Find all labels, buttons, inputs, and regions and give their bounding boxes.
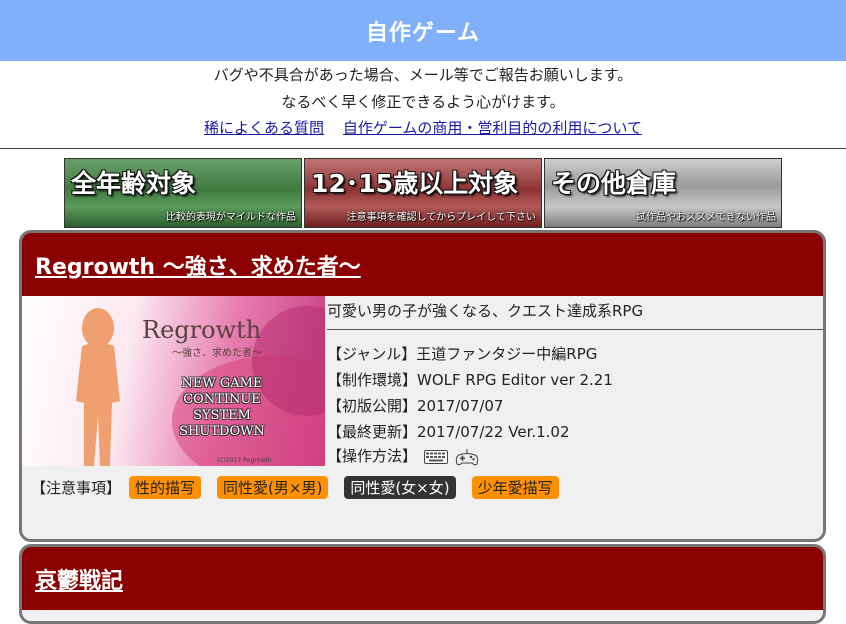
game-card: Regrowth 〜強さ、求めた者〜 Regrowth 〜強さ、求めた者〜 NE… — [19, 230, 826, 542]
tag-shota: 少年愛描写 — [471, 476, 559, 499]
gamepad-icon — [455, 448, 478, 465]
tags-label: 【注意事項】 — [31, 479, 122, 497]
banner-subtitle: 試作品やおススメできない作品 — [636, 212, 776, 223]
banner-subtitle: 比較的表現がマイルドな作品 — [166, 212, 296, 223]
info-value: 2017/07/07 — [417, 397, 504, 415]
divider — [0, 148, 846, 149]
notice-line-2: なるべく早く修正できるよう心がけます。 — [281, 93, 565, 111]
game-description: 可愛い男の子が強くなる、クエスト達成系RPG — [327, 296, 823, 330]
thumb-menu-item: SHUTDOWN — [179, 424, 265, 439]
thumb-title-menu: NEW GAME CONTINUE SYSTEM SHUTDOWN — [162, 376, 282, 440]
info-label: 【操作方法】 — [327, 447, 418, 465]
info-label: 【制作環境】 — [327, 371, 418, 389]
banner-title: その他倉庫 — [551, 169, 677, 198]
info-value: WOLF RPG Editor ver 2.21 — [417, 371, 613, 389]
info-label: 【最終更新】 — [327, 423, 418, 441]
game-card-header: Regrowth 〜強さ、求めた者〜 — [22, 233, 823, 296]
tag-sexual-content: 性的描写 — [129, 476, 202, 499]
game-card: 哀鬱戦記 — [19, 544, 826, 624]
info-genre: 【ジャンル】王道ファンタジー中編RPG — [327, 343, 597, 364]
commercial-use-link[interactable]: 自作ゲームの商用・営利目的の利用について — [343, 119, 642, 137]
info-value: 2017/07/22 Ver.1.02 — [417, 423, 570, 441]
game-title-link[interactable]: 哀鬱戦記 — [35, 563, 123, 595]
keyboard-icon — [423, 449, 448, 464]
game-thumbnail[interactable]: Regrowth 〜強さ、求めた者〜 NEW GAME CONTINUE SYS… — [22, 296, 325, 466]
info-last-update: 【最終更新】2017/07/22 Ver.1.02 — [327, 421, 570, 442]
tag-yuri: 同性愛(女×女) — [344, 476, 456, 499]
thumb-copyright: (C)2017 Regrowth — [217, 457, 272, 464]
info-label: 【ジャンル】 — [327, 345, 417, 363]
game-title-link[interactable]: Regrowth 〜強さ、求めた者〜 — [35, 249, 361, 281]
banner-subtitle: 注意事項を確認してからプレイして下さい — [346, 212, 536, 223]
game-card-header: 哀鬱戦記 — [22, 547, 823, 610]
faq-link[interactable]: 稀によくある質問 — [204, 119, 324, 137]
banner-age-12-15[interactable]: 12･15歳以上対象 注意事項を確認してからプレイして下さい — [304, 158, 542, 228]
thumb-logo: Regrowth — [142, 316, 262, 344]
banner-title: 全年齢対象 — [71, 169, 197, 198]
page-title: 自作ゲーム — [365, 20, 481, 46]
notice-line-1: バグや不具合があった場合、メール等でご報告お願いします。 — [213, 66, 633, 84]
info-label: 【初版公開】 — [327, 397, 418, 415]
info-value: 王道ファンタジー中編RPG — [416, 345, 598, 363]
banner-title: 12･15歳以上対象 — [311, 169, 519, 198]
warning-tags: 【注意事項】 性的描写 同性愛(男×男) 同性愛(女×女) 少年愛描写 — [31, 476, 559, 499]
thumb-menu-item: SYSTEM — [193, 408, 251, 423]
thumb-logo-subtitle: 〜強さ、求めた者〜 — [172, 348, 262, 359]
info-links: 稀によくある質問 自作ゲームの商用・営利目的の利用について — [0, 117, 846, 138]
page-header: 自作ゲーム — [0, 0, 846, 61]
banner-all-ages[interactable]: 全年齢対象 比較的表現がマイルドな作品 — [64, 158, 302, 228]
tag-yaoi: 同性愛(男×男) — [217, 476, 329, 499]
thumb-menu-item: NEW GAME — [181, 376, 263, 391]
banner-other-storage[interactable]: その他倉庫 試作品やおススメできない作品 — [544, 158, 782, 228]
info-first-release: 【初版公開】2017/07/07 — [327, 395, 503, 416]
character-silhouette-icon — [76, 308, 120, 466]
info-controls: 【操作方法】 — [327, 445, 479, 467]
thumb-menu-item: CONTINUE — [183, 392, 261, 407]
info-engine: 【制作環境】WOLF RPG Editor ver 2.21 — [327, 369, 613, 390]
